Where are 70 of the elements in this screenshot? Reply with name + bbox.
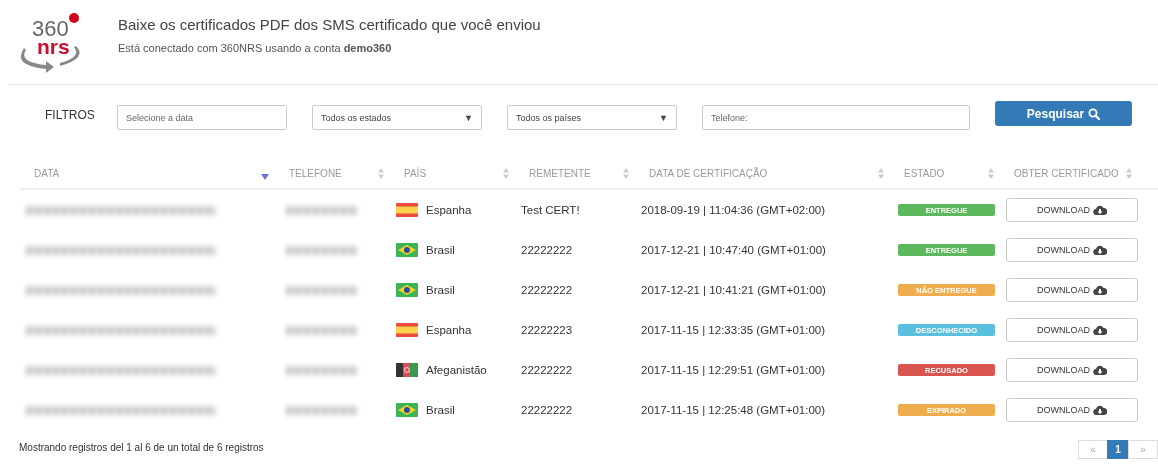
flag-icon <box>396 363 418 377</box>
country-name: Espanha <box>426 204 472 216</box>
certification-date: 2018-09-19 | 11:04:36 (GMT+02:00) <box>641 204 825 216</box>
sender-text: 22222222 <box>521 244 573 256</box>
blurred-text <box>286 285 358 295</box>
sender-text: 22222222 <box>521 404 573 416</box>
certification-date: 2017-11-15 | 12:25:48 (GMT+01:00) <box>641 404 825 416</box>
page-title: Baixe os certificados PDF dos SMS certificado que você enviou <box>118 16 541 33</box>
certification-date: 2017-12-21 | 10:41:21 (GMT+01:00) <box>641 284 826 296</box>
flag-icon <box>396 243 418 257</box>
sender-text: Test CERT! <box>521 204 580 216</box>
country-select[interactable]: Todos os países ▼ <box>507 105 677 130</box>
page-button[interactable]: » <box>1128 440 1158 459</box>
cloud-download-icon <box>1093 245 1107 255</box>
account-info: Está conectado com 360NRS usando a conta demo360 <box>118 42 393 54</box>
filters-label: FILTROS <box>44 107 96 122</box>
column-header[interactable]: ESTADO <box>904 167 945 179</box>
sort-icon[interactable] <box>1126 167 1132 179</box>
sort-down-icon[interactable] <box>261 174 269 180</box>
cloud-download-icon <box>1093 285 1107 295</box>
column-header[interactable]: OBTER CERTIFICADO <box>1014 167 1119 179</box>
cloud-download-icon <box>1093 405 1107 415</box>
column-header[interactable]: TELEFONE <box>289 167 342 179</box>
column-header[interactable]: REMETENTE <box>529 167 591 179</box>
cloud-download-icon <box>1093 205 1107 215</box>
certification-date: 2017-11-15 | 12:33:35 (GMT+01:00) <box>641 324 825 336</box>
blurred-text <box>286 205 358 215</box>
flag-icon <box>396 403 418 417</box>
blurred-text <box>286 365 358 375</box>
records-info: Mostrando registros del 1 al 6 de un total de 6 registros <box>19 442 264 453</box>
flag-icon <box>396 283 418 297</box>
search-icon <box>1088 107 1101 120</box>
cloud-download-icon <box>1093 325 1107 335</box>
logo-drawing: 360 nrs <box>16 10 88 74</box>
column-header[interactable]: DATA <box>34 167 60 179</box>
country-name: Espanha <box>426 324 472 336</box>
phone-field[interactable]: Telefone: <box>702 105 970 130</box>
sort-icon[interactable] <box>378 167 384 179</box>
download-button[interactable]: DOWNLOAD <box>1006 398 1138 422</box>
flag-icon <box>396 203 418 217</box>
sender-text: 22222222 <box>521 284 573 296</box>
sort-icon[interactable] <box>988 167 994 179</box>
flag-icon <box>396 323 418 337</box>
search-button[interactable]: Pesquisar <box>995 101 1132 126</box>
page-button[interactable]: « <box>1078 440 1108 459</box>
cloud-download-icon <box>1093 365 1107 375</box>
sort-icon[interactable] <box>623 167 629 179</box>
page-button[interactable]: 1 <box>1107 440 1129 459</box>
certification-date: 2017-12-21 | 10:47:40 (GMT+01:00) <box>641 244 826 256</box>
sort-icon[interactable] <box>878 167 884 179</box>
download-button[interactable]: DOWNLOAD <box>1006 278 1138 302</box>
blurred-text <box>286 245 358 255</box>
blurred-text <box>286 325 358 335</box>
certification-date: 2017-11-15 | 12:29:51 (GMT+01:00) <box>641 364 825 376</box>
country-name: Afeganistão <box>426 364 487 376</box>
country-name: Brasil <box>426 404 455 416</box>
download-button[interactable]: DOWNLOAD <box>1006 318 1138 342</box>
download-button[interactable]: DOWNLOAD <box>1006 198 1138 222</box>
country-name: Brasil <box>426 284 455 296</box>
country-name: Brasil <box>426 244 455 256</box>
sender-text: 22222222 <box>521 364 573 376</box>
blurred-text <box>286 405 358 415</box>
state-select[interactable]: Todos os estados ▼ <box>312 105 482 130</box>
download-button[interactable]: DOWNLOAD <box>1006 238 1138 262</box>
column-header[interactable]: PAÍS <box>404 167 427 179</box>
sort-icon[interactable] <box>503 167 509 179</box>
download-button[interactable]: DOWNLOAD <box>1006 358 1138 382</box>
date-field[interactable]: Selecione a data <box>117 105 287 130</box>
column-header[interactable]: DATA DE CERTIFICAÇÃO <box>649 167 768 179</box>
sender-text: 22222223 <box>521 324 573 336</box>
